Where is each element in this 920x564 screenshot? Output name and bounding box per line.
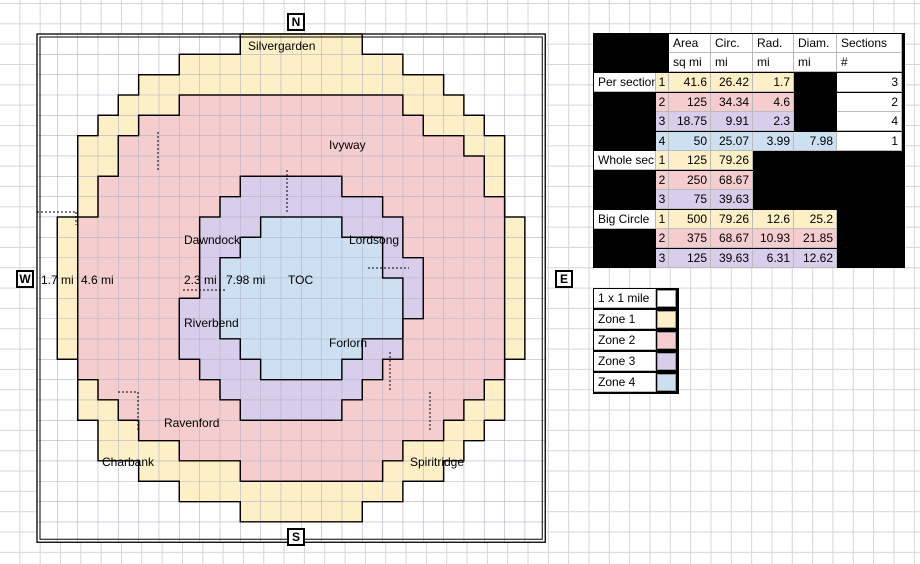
stats-value-cell: 39.63 (711, 190, 753, 209)
distance-label-4: 7.98 mi (226, 273, 266, 287)
stats-header-1: Circ. (711, 34, 753, 53)
stats-value-cell: 7.98 (794, 131, 837, 151)
stats-header-3: Diam. (794, 34, 837, 53)
stats-zone-cell: 2 (656, 170, 669, 190)
stats-value-cell: 79.26 (711, 209, 753, 229)
stats-unit-1: mi (711, 53, 753, 72)
place-dawndock: Dawndock (184, 233, 241, 247)
legend-swatch (657, 332, 676, 349)
stats-value-cell: 41.6 (669, 73, 711, 92)
distance-label-2: 4.6 mi (81, 273, 114, 287)
stats-unit-0: sq mi (669, 53, 711, 72)
stats-zone-cell: 3 (656, 248, 669, 268)
stats-value-cell: 375 (669, 229, 711, 248)
place-toc: TOC (288, 273, 314, 287)
stats-value-cell: 125 (669, 92, 711, 112)
place-riverbend: Riverbend (184, 316, 239, 330)
stats-value-cell: 1 (837, 131, 902, 151)
stats-value-cell: 68.67 (711, 229, 753, 248)
stats-value-cell: 75 (669, 190, 711, 209)
stats-value-cell: 250 (669, 170, 711, 190)
stats-value-cell: 68.67 (711, 170, 753, 190)
stats-value-cell: 79.26 (711, 151, 753, 170)
place-charbank: Charbank (102, 455, 155, 469)
compass-south: S (287, 528, 305, 546)
legend-table: 1 x 1 mile Zone 1 Zone 2 Zone 3 Zone 4 (593, 288, 679, 394)
stats-zone-cell: 1 (656, 151, 669, 170)
stats-value-cell: 12.6 (753, 209, 794, 229)
stats-value-cell: 10.93 (753, 229, 794, 248)
legend-label: Zone 2 (594, 331, 656, 350)
compass-west: W (16, 270, 34, 288)
compass-north: N (287, 13, 305, 31)
distance-label-1: 1.7 mi (41, 273, 74, 287)
stats-value-cell: 3 (837, 73, 902, 92)
stats-header-2: Rad. (753, 34, 794, 53)
legend-swatch (657, 353, 676, 370)
stats-group-label: Whole sec. (594, 151, 656, 170)
stats-table: Area Circ. Rad. Diam. Sections sq mi mi mi mi # Pe… (593, 33, 905, 268)
stats-zone-cell: 3 (656, 112, 669, 131)
stats-value-cell: 125 (669, 151, 711, 170)
stats-unit-4: # (837, 53, 902, 72)
stats-value-cell: 4.6 (753, 92, 794, 112)
stats-value-cell: 2 (837, 92, 902, 112)
place-lordsong: Lordsong (349, 233, 400, 247)
stats-group-label: Per section (594, 73, 656, 92)
stats-group-label: Big Circle (594, 209, 656, 229)
stats-value-cell: 26.42 (711, 73, 753, 92)
legend-label: Zone 1 (594, 310, 656, 329)
legend-label: Zone 3 (594, 352, 656, 371)
stats-value-cell: 6.31 (753, 248, 794, 268)
place-ravenford: Ravenford (164, 416, 220, 430)
stats-zone-cell: 2 (656, 229, 669, 248)
stats-zone-cell: 2 (656, 92, 669, 112)
stats-value-cell: 25.07 (711, 131, 753, 151)
stats-value-cell: 3.99 (753, 131, 794, 151)
stats-value-cell: 125 (669, 248, 711, 268)
compass-east: E (555, 270, 573, 288)
stats-value-cell: 34.34 (711, 92, 753, 112)
place-spiritridge: Spiritridge (410, 455, 465, 469)
legend-swatch (657, 290, 676, 307)
stats-value-cell: 2.3 (753, 112, 794, 131)
stats-value-cell: 39.63 (711, 248, 753, 268)
stats-value-cell: 500 (669, 209, 711, 229)
stats-header-0: Area (669, 34, 711, 53)
stats-value-cell: 9.91 (711, 112, 753, 131)
stats-unit-2: mi (753, 53, 794, 72)
place-ivyway: Ivyway (329, 138, 366, 152)
stats-value-cell: 50 (669, 131, 711, 151)
stats-zone-cell: 1 (656, 73, 669, 92)
stats-unit-3: mi (794, 53, 837, 72)
stats-header-4: Sections (837, 34, 902, 53)
stats-value-cell: 18.75 (669, 112, 711, 131)
stats-value-cell: 1.7 (753, 73, 794, 92)
legend-label: 1 x 1 mile (594, 289, 656, 308)
stats-value-cell: 12.62 (794, 248, 837, 268)
stats-zone-cell: 3 (656, 190, 669, 209)
stats-value-cell: 25.2 (794, 209, 837, 229)
stats-value-cell: 4 (837, 112, 902, 131)
legend-swatch (657, 374, 676, 391)
legend-label: Zone 4 (594, 373, 656, 392)
place-silvergarden: Silvergarden (248, 39, 316, 53)
stats-zone-cell: 1 (656, 209, 669, 229)
stats-zone-cell: 4 (656, 131, 669, 151)
distance-label-3: 2.3 mi (184, 273, 217, 287)
legend-swatch (657, 311, 676, 328)
place-forlorn: Forlorn (329, 336, 368, 350)
stats-value-cell: 21.85 (794, 229, 837, 248)
